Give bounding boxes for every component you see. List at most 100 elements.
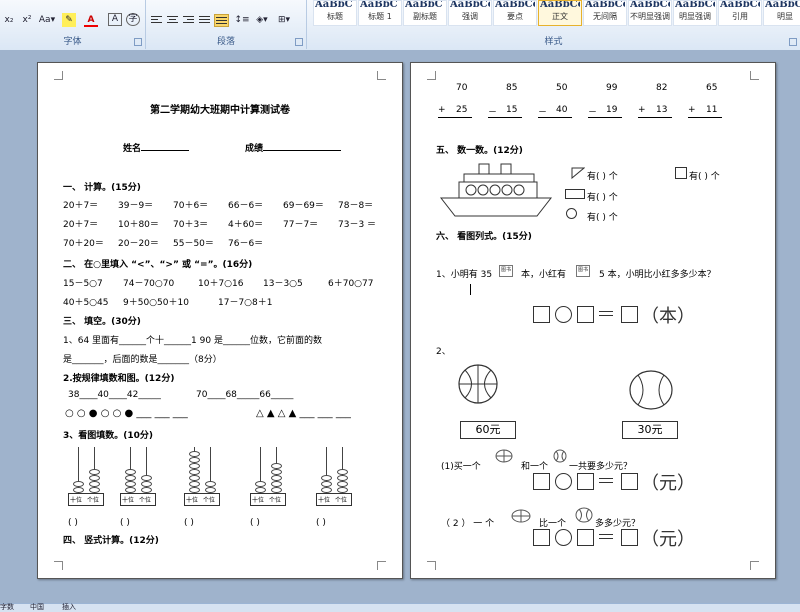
char-shading-icon[interactable]: A	[108, 13, 122, 26]
abacus-bead	[271, 475, 282, 481]
page-2[interactable]: 70 +25 85 － 15 50 － 40 99 － 19 82 +13 65 +11 五、 数一数。(1…	[410, 62, 776, 579]
place-label-tens: 十位	[122, 497, 135, 504]
styles-group-label: 样式	[544, 37, 563, 47]
page-1[interactable]: 第二学期幼大班期中计算测试卷 姓名 成绩 一、 计算。(15分) 20＋7＝ 39…	[37, 62, 403, 579]
align-center-icon[interactable]	[166, 14, 179, 25]
answer-row-3[interactable]: （元）	[533, 525, 733, 550]
compare-problem[interactable]: 10＋7○16	[198, 276, 243, 289]
number-sequence-1: 38____40____42_____	[68, 390, 161, 400]
compare-problem[interactable]: 6＋70○77	[328, 276, 373, 289]
borders-icon[interactable]: ⊞▾	[276, 13, 292, 27]
compare-problem[interactable]: 17－7○8＋1	[218, 295, 272, 308]
style-5[interactable]: AaBbCcDı 正文	[538, 0, 582, 26]
answer-box[interactable]	[577, 306, 594, 323]
margin-corner	[54, 71, 63, 80]
shape-sequence-2: △ ▲ △ ▲ ___ ___ ___	[256, 408, 351, 419]
styles-dialog-launcher[interactable]: .	[789, 38, 797, 46]
style-2[interactable]: AaBbC 副标题	[403, 0, 447, 26]
answer-paren[interactable]: ( )	[316, 518, 326, 528]
style-sample: AaBbC	[315, 1, 353, 10]
superscript-button[interactable]: x²	[20, 13, 34, 27]
vertical-line	[438, 117, 472, 118]
abacus-bead	[125, 475, 136, 481]
calc-problem: 55－50＝	[173, 239, 214, 249]
answer-paren[interactable]: ( )	[250, 518, 260, 528]
compare-problem[interactable]: 15－5○7	[63, 276, 103, 289]
abacus-bead	[141, 475, 152, 481]
paragraph-group-label: 段落	[216, 37, 235, 47]
name-field[interactable]: 姓名	[123, 141, 190, 154]
vertical-bottom-number: 13	[656, 105, 668, 115]
margin-corner	[750, 561, 759, 570]
justify-icon[interactable]	[198, 14, 211, 25]
style-7[interactable]: AaBbCcDı 不明显强调	[628, 0, 672, 26]
answer-paren[interactable]: ( )	[184, 518, 194, 528]
style-10[interactable]: AaBbCcDı 明显	[763, 0, 800, 26]
basketball-small-icon	[495, 449, 513, 463]
book-image: 图书	[499, 265, 513, 277]
abacus-bead	[321, 475, 332, 481]
basketball-small-icon	[511, 509, 531, 523]
answer-paren[interactable]: ( )	[68, 518, 78, 528]
calc-problem: 66－6＝	[228, 201, 264, 211]
style-4[interactable]: AaBbCcD 要点	[493, 0, 537, 26]
style-sample: AaBbCcDı	[540, 1, 580, 10]
compare-problem[interactable]: 13－3○5	[263, 276, 303, 289]
style-3[interactable]: AaBbCcD 强调	[448, 0, 492, 26]
abacus-bead	[189, 481, 200, 487]
style-0[interactable]: AaBbC 标题	[313, 0, 357, 26]
answer-box[interactable]	[533, 529, 550, 546]
abacus-bead	[271, 469, 282, 475]
fill-question-3-title: 3、看图填数。(10分)	[63, 431, 154, 441]
count-triangle: 有( ) 个	[587, 172, 618, 182]
answer-box[interactable]	[621, 529, 638, 546]
fill-question-1a: 1、64 里面有______个十______1 90 是______位数，它前面…	[63, 336, 322, 346]
distributed-icon[interactable]	[214, 14, 229, 27]
highlight-icon[interactable]: ✎	[62, 13, 76, 27]
section-6-title: 六、 看图列式。(15分)	[436, 232, 532, 242]
align-left-icon[interactable]	[150, 14, 163, 25]
compare-problem[interactable]: 40＋5○45	[63, 295, 108, 308]
font-group-label: 字体	[63, 37, 82, 47]
abacus: 十位 个位	[120, 445, 160, 515]
section-4-title: 四、 竖式计算。(12分)	[63, 536, 159, 546]
style-8[interactable]: AaBbCcDı 明显强调	[673, 0, 717, 26]
operator-circle[interactable]	[555, 306, 572, 323]
style-9[interactable]: AaBbCcDı 引用	[718, 0, 762, 26]
ship-image	[439, 163, 553, 217]
font-color-icon[interactable]: A	[84, 13, 98, 27]
answer-row-2[interactable]: （元）	[533, 469, 733, 494]
score-field[interactable]: 成绩	[245, 141, 342, 154]
subscript-button[interactable]: x₂	[2, 13, 16, 27]
place-label-tens: 十位	[252, 497, 265, 504]
vertical-bottom-number: 11	[706, 105, 718, 115]
question-2b-text-a: （ 2 ） 一 个	[441, 519, 495, 529]
question-1-text-a: 1、小明有 35	[436, 270, 493, 280]
answer-row-1[interactable]: （本）	[533, 302, 733, 327]
line-spacing-icon[interactable]: ↕≡	[234, 13, 250, 27]
answer-box[interactable]	[577, 473, 594, 490]
compare-problem[interactable]: 74－70○70	[123, 276, 174, 289]
shading-icon[interactable]: ◈▾	[254, 13, 270, 27]
operator-circle[interactable]	[555, 473, 572, 490]
abacus: 十位 个位	[316, 445, 356, 515]
answer-box[interactable]	[533, 473, 550, 490]
paragraph-dialog-launcher[interactable]: .	[295, 38, 303, 46]
style-6[interactable]: AaBbCcDı 无间隔	[583, 0, 627, 26]
align-right-icon[interactable]	[182, 14, 195, 25]
operator-circle[interactable]	[555, 529, 572, 546]
compare-problem[interactable]: 9＋50○50＋10	[123, 295, 189, 308]
answer-box[interactable]	[621, 306, 638, 323]
vertical-operator: +	[638, 105, 646, 115]
change-case-button[interactable]: Aa▾	[38, 13, 56, 27]
answer-paren[interactable]: ( )	[120, 518, 130, 528]
question-1-text-b: 本，小红有	[521, 270, 567, 280]
answer-box[interactable]	[621, 473, 638, 490]
answer-box[interactable]	[533, 306, 550, 323]
basketball-image	[458, 364, 498, 404]
vertical-bottom-number: 40	[556, 105, 568, 115]
font-dialog-launcher[interactable]: .	[134, 38, 142, 46]
answer-box[interactable]	[577, 529, 594, 546]
style-1[interactable]: AaBbC 标题 1	[358, 0, 402, 26]
enclose-char-icon[interactable]: 字	[126, 13, 140, 26]
